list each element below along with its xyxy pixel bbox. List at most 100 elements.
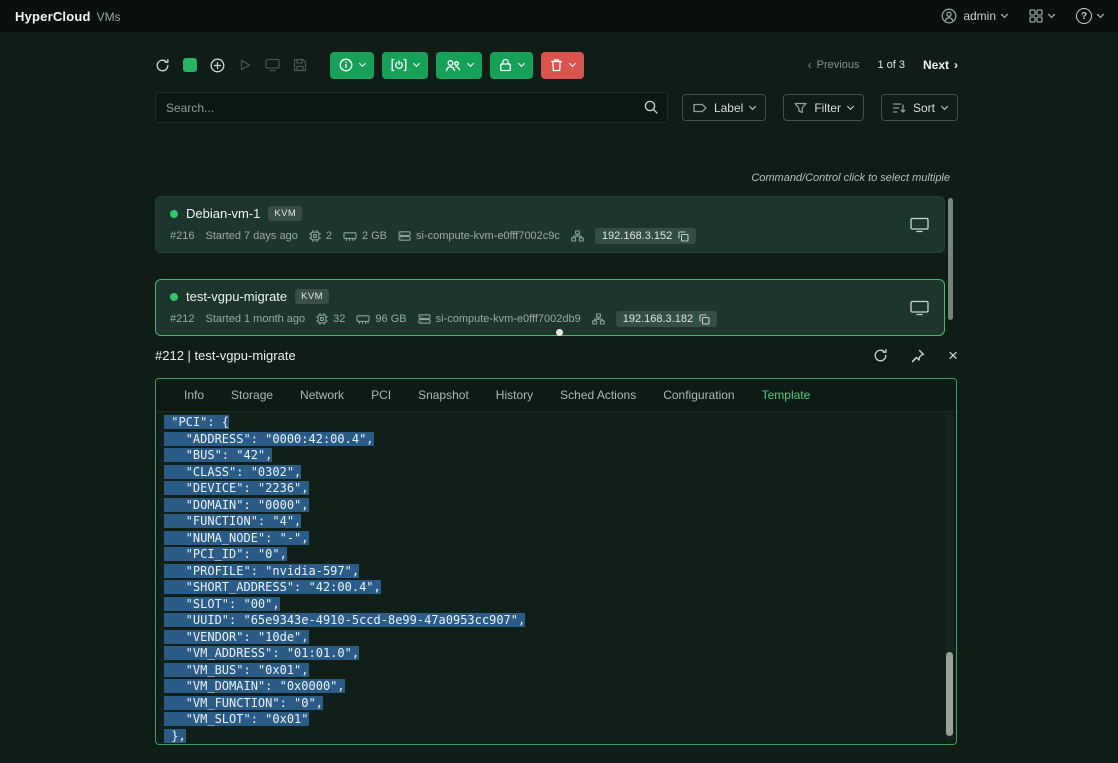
tab[interactable]: Info — [184, 388, 204, 402]
host-icon — [418, 313, 431, 325]
state-action-buttons — [330, 52, 584, 79]
search-input[interactable] — [155, 92, 668, 123]
cpu-icon — [309, 230, 321, 242]
select-all-checkbox[interactable] — [183, 58, 197, 72]
create-vm-button[interactable] — [210, 58, 225, 73]
tab[interactable]: Snapshot — [418, 388, 469, 402]
template-line: "NUMA_NODE": "-", — [164, 530, 956, 547]
copy-icon[interactable] — [699, 314, 710, 325]
chevron-down-icon — [1097, 11, 1104, 18]
console-icon[interactable] — [910, 217, 929, 233]
lock-dropdown-button[interactable] — [490, 52, 533, 79]
save-button[interactable] — [293, 58, 307, 72]
delete-dropdown-button[interactable] — [541, 52, 584, 79]
sort-button[interactable]: Sort — [881, 94, 958, 121]
vm-title-row: Debian-vm-1 KVM — [170, 206, 930, 221]
vm-id: #216 — [170, 230, 194, 242]
vm-cpu: 2 — [309, 230, 332, 242]
template-line: "PCI": { — [164, 414, 956, 431]
help-menu[interactable]: ? — [1076, 8, 1103, 24]
template-line: "ADDRESS": "0000:42:00.4", — [164, 431, 956, 448]
vm-name: Debian-vm-1 — [186, 206, 260, 221]
template-line: "VM_ADDRESS": "01:01.0", — [164, 645, 956, 662]
vm-card[interactable]: test-vgpu-migrate KVM #212 Started 1 mon… — [155, 279, 945, 336]
info-dropdown-button[interactable] — [330, 52, 374, 79]
vm-ip: 192.168.3.152 — [602, 230, 672, 242]
chevron-down-icon — [413, 60, 420, 67]
template-line: "PCI_ID": "0", — [164, 546, 956, 563]
detail-header-actions: × — [873, 347, 958, 364]
console-icon[interactable] — [910, 300, 929, 316]
vm-meta-row: #212 Started 1 month ago 32 96 GB — [170, 311, 930, 327]
label-filter-button[interactable]: Label — [682, 94, 766, 121]
search-icon[interactable] — [644, 100, 658, 114]
select-all-icon — [183, 58, 197, 72]
copy-icon[interactable] — [678, 231, 689, 242]
sort-icon — [892, 102, 906, 114]
memory-icon — [343, 231, 357, 242]
power-icon — [391, 58, 407, 72]
refresh-button[interactable] — [155, 58, 170, 73]
detail-title: #212 | test-vgpu-migrate — [155, 348, 296, 363]
vm-meta-row: #216 Started 7 days ago 2 2 GB — [170, 228, 930, 244]
tab[interactable]: Storage — [231, 388, 273, 402]
chevron-down-icon — [941, 102, 948, 109]
vm-ip: 192.168.3.182 — [623, 313, 693, 325]
detail-refresh-button[interactable] — [873, 348, 888, 363]
template-line: "FUNCTION": "4", — [164, 513, 956, 530]
pin-button[interactable] — [911, 349, 925, 363]
next-page-button[interactable]: Next › — [923, 58, 958, 72]
template-viewer[interactable]: "PCI": { "ADDRESS": "0000:42:00.4", "BUS… — [156, 412, 956, 744]
ownership-dropdown-button[interactable] — [436, 52, 482, 79]
page-status: 1 of 3 — [877, 59, 905, 71]
previous-page-button[interactable]: ‹ Previous — [808, 59, 860, 71]
vm-hypervisor-badge: KVM — [268, 206, 302, 221]
chevron-right-icon: › — [954, 59, 958, 71]
chevron-down-icon — [467, 60, 474, 67]
user-name: admin — [963, 9, 996, 23]
template-lines: "PCI": { "ADDRESS": "0000:42:00.4", "BUS… — [164, 414, 956, 744]
chevron-down-icon — [749, 102, 756, 109]
chevron-down-icon — [518, 60, 525, 67]
apps-menu[interactable] — [1029, 9, 1054, 23]
cpu-icon — [316, 313, 328, 325]
tab[interactable]: Sched Actions — [560, 388, 636, 402]
vm-list-scrollbar-thumb[interactable] — [948, 198, 953, 320]
tab[interactable]: Network — [300, 388, 344, 402]
tab[interactable]: Configuration — [663, 388, 734, 402]
template-line: "DOMAIN": "0000", — [164, 497, 956, 514]
vm-ip-chip: 192.168.3.152 — [595, 228, 696, 244]
help-icon: ? — [1076, 8, 1092, 24]
template-line: }, — [164, 728, 956, 745]
vm-card[interactable]: Debian-vm-1 KVM #216 Started 7 days ago … — [155, 196, 945, 253]
filter-button[interactable]: Filter — [783, 94, 864, 121]
label-tag-icon — [693, 102, 707, 114]
user-menu[interactable]: admin — [941, 8, 1007, 24]
search-box — [155, 92, 668, 123]
vm-started: Started 1 month ago — [205, 313, 305, 325]
template-line: "BUS": "42", — [164, 447, 956, 464]
tab[interactable]: Template — [762, 388, 811, 402]
vm-title-row: test-vgpu-migrate KVM — [170, 289, 930, 304]
page-title: VMs — [97, 10, 121, 24]
console-toolbar-button[interactable] — [265, 58, 280, 72]
carousel-dot[interactable] — [556, 329, 563, 336]
filter-buttons: Label Filter Sort — [682, 94, 958, 121]
user-icon — [941, 8, 957, 24]
template-scrollbar-thumb[interactable] — [946, 652, 953, 736]
template-line: "VM_DOMAIN": "0x0000", — [164, 678, 956, 695]
vm-state-icon — [170, 210, 178, 218]
chevron-down-icon — [569, 60, 576, 67]
vm-name: test-vgpu-migrate — [186, 289, 287, 304]
vm-host: si-compute-kvm-e0fff7002db9 — [418, 313, 581, 325]
detail-tabs: Info Storage Network PCI Snapshot Histor… — [156, 379, 956, 412]
power-dropdown-button[interactable] — [382, 52, 428, 79]
vm-id: #212 — [170, 313, 194, 325]
pagination: ‹ Previous 1 of 3 Next › — [808, 58, 958, 72]
chevron-down-icon — [1001, 11, 1008, 18]
tab[interactable]: PCI — [371, 388, 391, 402]
tab[interactable]: History — [496, 388, 533, 402]
play-button[interactable] — [238, 58, 252, 72]
close-icon[interactable]: × — [948, 347, 958, 364]
apps-grid-icon — [1029, 9, 1043, 23]
